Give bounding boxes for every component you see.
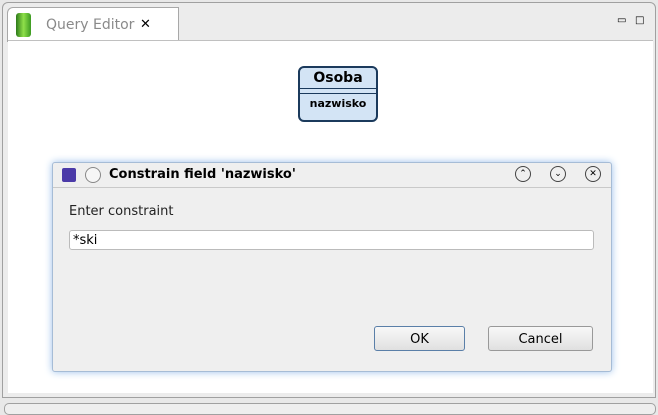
close-tab-icon[interactable]: ✕ xyxy=(140,17,151,32)
constrain-dialog: Constrain field 'nazwisko' ⌃ ⌄ ✕ Enter c… xyxy=(52,162,612,372)
entity-name: Osoba xyxy=(300,68,376,89)
tab-query-editor[interactable]: Query Editor ✕ xyxy=(7,7,179,42)
entity-box-osoba[interactable]: Osoba nazwisko xyxy=(298,66,378,122)
maximize-icon[interactable]: □ xyxy=(635,15,644,26)
eclipse-icon xyxy=(62,168,76,182)
query-can-icon xyxy=(16,13,31,37)
constraint-input[interactable]: *ski xyxy=(69,230,594,250)
dialog-title: Constrain field 'nazwisko' xyxy=(109,167,296,182)
minimize-icon[interactable]: ▭ xyxy=(617,15,626,26)
tab-label: Query Editor xyxy=(46,17,135,33)
dialog-titlebar[interactable]: Constrain field 'nazwisko' ⌃ ⌄ ✕ xyxy=(53,163,611,188)
entity-field-nazwisko[interactable]: nazwisko xyxy=(300,94,376,114)
constraint-label: Enter constraint xyxy=(69,204,174,219)
shade-icon[interactable]: ⌃ xyxy=(515,166,531,182)
cancel-button[interactable]: Cancel xyxy=(488,326,593,351)
minimize-dialog-icon[interactable]: ⌄ xyxy=(550,166,566,182)
close-dialog-icon[interactable]: ✕ xyxy=(585,166,601,182)
bottom-panel xyxy=(4,403,656,415)
ok-button[interactable]: OK xyxy=(374,326,465,351)
window-menu-icon[interactable] xyxy=(85,167,101,183)
